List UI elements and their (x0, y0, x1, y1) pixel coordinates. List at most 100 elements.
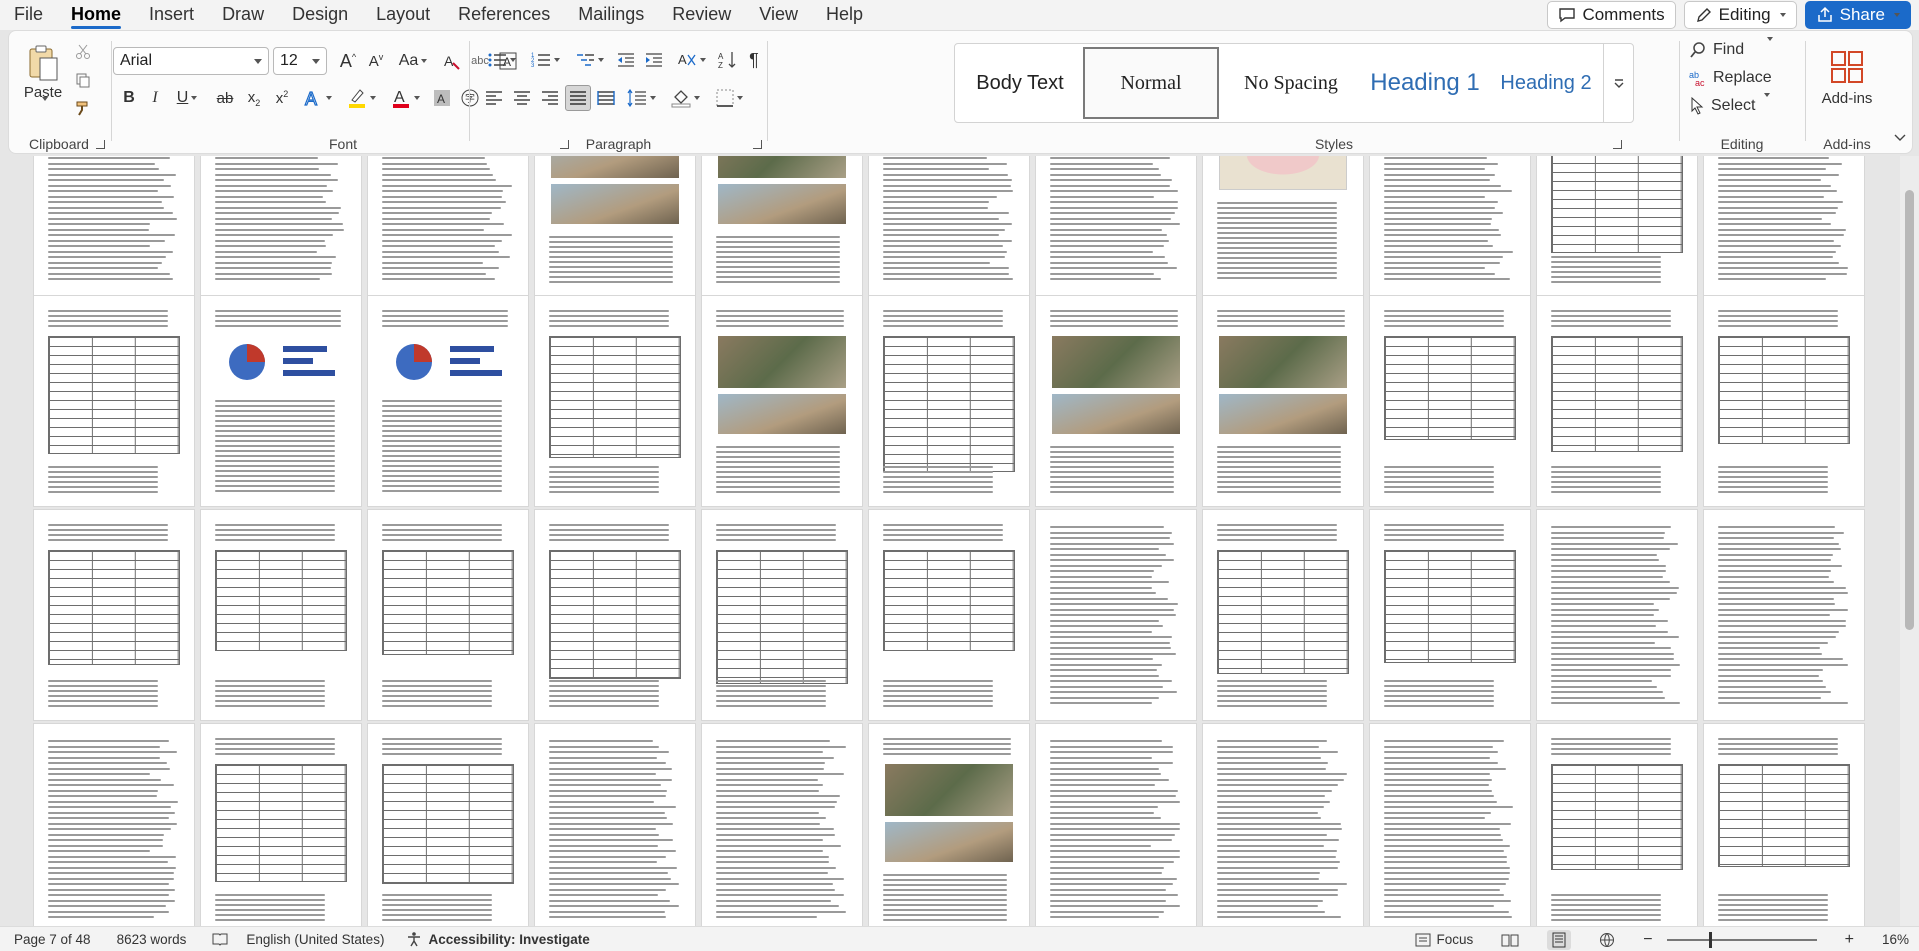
paragraph-dialog-launcher[interactable] (753, 140, 762, 149)
addins-button[interactable]: Add-ins (1811, 37, 1883, 119)
document-page[interactable] (34, 296, 194, 506)
document-page[interactable] (535, 724, 695, 926)
document-page[interactable] (869, 296, 1029, 506)
align-right-button[interactable] (537, 85, 563, 111)
replace-button[interactable]: ab ac Replace (1689, 65, 1799, 91)
borders-button[interactable] (709, 85, 749, 111)
line-spacing-button[interactable] (621, 85, 661, 111)
document-page[interactable] (1203, 724, 1363, 926)
page-indicator[interactable]: Page 7 of 48 (14, 932, 91, 947)
italic-button[interactable]: I (143, 85, 167, 111)
document-page[interactable] (869, 510, 1029, 720)
document-page[interactable] (1537, 724, 1697, 926)
distributed-button[interactable] (593, 85, 619, 111)
document-page[interactable] (535, 156, 695, 296)
bullets-button[interactable] (481, 47, 521, 73)
editing-mode-button[interactable]: Editing (1683, 1, 1797, 29)
underline-button[interactable]: U (169, 85, 205, 111)
document-page[interactable] (702, 156, 862, 296)
menu-file[interactable]: File (0, 0, 57, 30)
document-page[interactable] (1537, 156, 1697, 296)
find-button[interactable]: Find (1689, 37, 1799, 63)
document-page[interactable] (535, 296, 695, 506)
read-mode-button[interactable] (1501, 933, 1519, 947)
font-name-box[interactable]: Arial (113, 47, 269, 75)
bold-button[interactable]: B (117, 85, 141, 111)
language-indicator[interactable]: English (United States) (246, 932, 384, 947)
document-page[interactable] (1203, 296, 1363, 506)
focus-mode-button[interactable]: Focus (1415, 932, 1473, 947)
shrink-font-button[interactable]: Av (363, 49, 389, 73)
proofing-status[interactable] (212, 932, 228, 946)
web-layout-button[interactable] (1599, 932, 1615, 948)
menu-review[interactable]: Review (658, 0, 745, 30)
document-page[interactable] (368, 510, 528, 720)
superscript-button[interactable]: x2 (269, 85, 295, 111)
document-page[interactable] (1704, 510, 1864, 720)
document-page[interactable] (702, 296, 862, 506)
document-page[interactable] (201, 156, 361, 296)
document-page[interactable] (1036, 296, 1196, 506)
document-page[interactable] (1370, 156, 1530, 296)
sort-button[interactable]: AZ (715, 47, 741, 73)
multilevel-list-button[interactable] (569, 47, 609, 73)
document-page[interactable] (1537, 296, 1697, 506)
print-layout-button[interactable] (1547, 929, 1572, 950)
align-left-button[interactable] (481, 85, 507, 111)
document-page[interactable] (1370, 296, 1530, 506)
document-page[interactable] (201, 296, 361, 506)
document-page[interactable] (1537, 510, 1697, 720)
document-page[interactable] (34, 724, 194, 926)
document-page[interactable] (702, 510, 862, 720)
menu-design[interactable]: Design (278, 0, 362, 30)
zoom-level[interactable]: 16% (1882, 932, 1909, 947)
character-shading-button[interactable]: A (429, 85, 455, 111)
document-page[interactable] (201, 510, 361, 720)
document-page[interactable] (34, 156, 194, 296)
comments-button[interactable]: Comments (1547, 1, 1676, 29)
document-page[interactable] (368, 296, 528, 506)
numbering-button[interactable]: 123 (525, 47, 565, 73)
document-page[interactable] (1203, 156, 1363, 296)
show-formatting-marks-button[interactable]: ¶ (743, 47, 765, 73)
menu-layout[interactable]: Layout (362, 0, 444, 30)
grow-font-button[interactable]: A^ (335, 49, 361, 73)
paste-button[interactable]: Paste (19, 37, 67, 117)
document-page[interactable] (1704, 296, 1864, 506)
document-canvas[interactable] (0, 156, 1900, 926)
align-center-button[interactable] (509, 85, 535, 111)
document-page[interactable] (702, 724, 862, 926)
asian-layout-button[interactable]: A (671, 47, 711, 73)
menu-home[interactable]: Home (57, 0, 135, 30)
menu-view[interactable]: View (745, 0, 812, 30)
strikethrough-button[interactable]: ab (211, 85, 239, 111)
styles-dialog-launcher[interactable] (1613, 140, 1622, 149)
zoom-in-button[interactable]: + (1845, 931, 1854, 949)
clipboard-dialog-launcher[interactable] (96, 140, 105, 149)
font-size-box[interactable]: 12 (273, 47, 327, 75)
document-page[interactable] (34, 510, 194, 720)
document-page[interactable] (1036, 156, 1196, 296)
menu-references[interactable]: References (444, 0, 564, 30)
menu-draw[interactable]: Draw (208, 0, 278, 30)
share-button[interactable]: Share (1804, 1, 1911, 29)
document-page[interactable] (368, 156, 528, 296)
highlight-color-button[interactable] (341, 85, 381, 111)
document-page[interactable] (1370, 724, 1530, 926)
paste-options-chevron[interactable] (39, 101, 48, 111)
document-page[interactable] (1203, 510, 1363, 720)
copy-button[interactable] (71, 69, 95, 91)
collapse-ribbon-button[interactable] (1892, 131, 1908, 145)
vertical-scrollbar[interactable] (1900, 156, 1919, 926)
clear-formatting-button[interactable]: A (439, 49, 465, 73)
zoom-slider-knob[interactable] (1708, 931, 1712, 948)
document-page[interactable] (869, 156, 1029, 296)
cut-button[interactable] (71, 41, 95, 63)
document-page[interactable] (1036, 724, 1196, 926)
scrollbar-thumb[interactable] (1905, 190, 1914, 630)
document-page[interactable] (1370, 510, 1530, 720)
change-case-button[interactable]: Aa (393, 49, 433, 73)
menu-mailings[interactable]: Mailings (564, 0, 658, 30)
document-page[interactable] (368, 724, 528, 926)
justify-button[interactable] (565, 85, 591, 111)
